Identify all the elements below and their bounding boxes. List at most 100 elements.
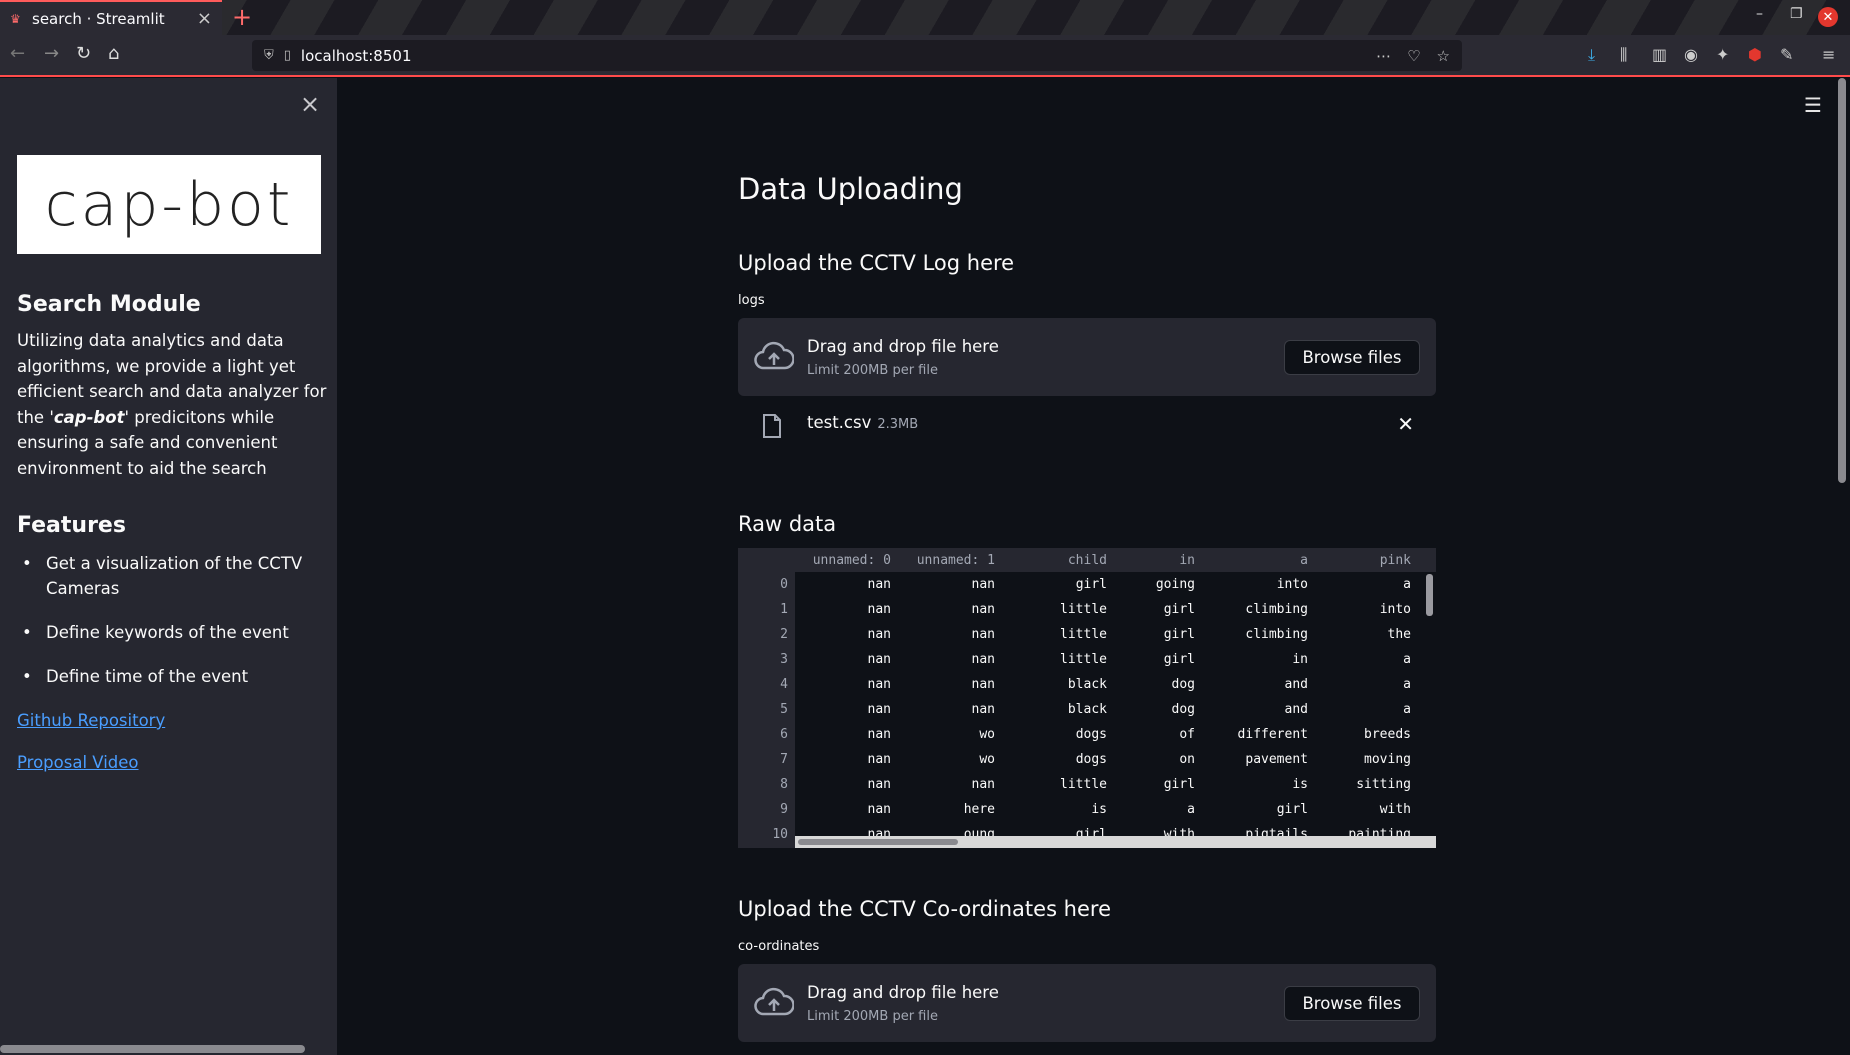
table-cell[interactable]: a (1403, 702, 1411, 717)
extension-icon[interactable]: ✦ (1716, 45, 1729, 64)
downloads-icon[interactable]: ⤓ (1588, 45, 1595, 65)
column-header[interactable]: unnamed: 1 (917, 553, 995, 568)
table-cell[interactable]: little (1060, 652, 1107, 667)
sidebar-close-icon[interactable]: × (300, 90, 320, 118)
table-cell[interactable]: nan (868, 602, 891, 617)
table-cell[interactable]: girl (1164, 627, 1195, 642)
table-cell[interactable]: girl (1277, 802, 1308, 817)
account-icon[interactable]: ◉ (1684, 45, 1698, 64)
table-cell[interactable]: dogs (1076, 752, 1107, 767)
table-cell[interactable]: breeds (1364, 727, 1411, 742)
proposal-video-link[interactable]: Proposal Video (17, 753, 139, 772)
address-bar[interactable]: ⛨ ▯ localhost:8501 ⋯ ♡ ☆ (252, 40, 1462, 71)
pocket-icon[interactable]: ♡ (1407, 47, 1420, 65)
sidebar-horizontal-scrollbar[interactable] (0, 1045, 305, 1053)
table-cell[interactable]: a (1403, 652, 1411, 667)
table-cell[interactable]: wo (979, 727, 995, 742)
table-cell[interactable]: a (1187, 802, 1195, 817)
table-horizontal-scrollbar[interactable] (795, 836, 1436, 848)
table-cell[interactable]: nan (868, 777, 891, 792)
back-icon[interactable]: ← (10, 43, 25, 64)
ublock-icon[interactable]: ⬢ (1748, 45, 1762, 64)
forward-icon[interactable]: → (44, 43, 59, 64)
table-cell[interactable]: black (1068, 702, 1107, 717)
table-cell[interactable]: nan (868, 577, 891, 592)
shield-icon[interactable]: ⛨ (264, 48, 274, 63)
minimize-icon[interactable]: – (1756, 6, 1763, 22)
column-header[interactable]: in (1179, 553, 1195, 568)
home-icon[interactable]: ⌂ (108, 43, 119, 64)
table-cell[interactable]: dogs (1076, 727, 1107, 742)
window-close-icon[interactable]: ✕ (1818, 7, 1838, 27)
table-cell[interactable]: nan (972, 602, 995, 617)
table-cell[interactable]: a (1403, 577, 1411, 592)
table-cell[interactable]: of (1179, 727, 1195, 742)
table-cell[interactable]: nan (868, 802, 891, 817)
tab-close-icon[interactable]: × (197, 8, 212, 29)
github-repository-link[interactable]: Github Repository (17, 711, 165, 730)
table-cell[interactable]: into (1277, 577, 1308, 592)
table-cell[interactable]: moving (1364, 752, 1411, 767)
table-cell[interactable]: little (1060, 627, 1107, 642)
table-cell[interactable]: wo (979, 752, 995, 767)
table-cell[interactable]: nan (972, 627, 995, 642)
table-cell[interactable]: girl (1164, 602, 1195, 617)
coordinates-dropzone[interactable]: Drag and drop file here Limit 200MB per … (738, 964, 1436, 1042)
hamburger-menu-icon[interactable]: ☰ (1804, 93, 1822, 117)
table-cell[interactable]: nan (868, 702, 891, 717)
logs-dropzone[interactable]: Drag and drop file here Limit 200MB per … (738, 318, 1436, 396)
table-cell[interactable]: girl (1076, 577, 1107, 592)
table-cell[interactable]: on (1179, 752, 1195, 767)
table-cell[interactable]: into (1380, 602, 1411, 617)
column-header[interactable]: pink (1380, 553, 1411, 568)
table-cell[interactable]: in (1292, 652, 1308, 667)
table-cell[interactable]: nan (972, 677, 995, 692)
new-tab-icon[interactable]: + (232, 3, 252, 31)
bookmark-star-icon[interactable]: ☆ (1437, 47, 1450, 65)
app-menu-icon[interactable]: ≡ (1822, 45, 1835, 64)
table-cell[interactable]: different (1238, 727, 1308, 742)
table-cell[interactable]: here (964, 802, 995, 817)
table-cell[interactable]: girl (1164, 777, 1195, 792)
remove-file-icon[interactable]: ✕ (1397, 412, 1414, 436)
reload-icon[interactable]: ↻ (76, 43, 91, 64)
table-cell[interactable]: dog (1172, 677, 1195, 692)
column-header[interactable]: a (1300, 553, 1308, 568)
table-cell[interactable]: nan (972, 652, 995, 667)
table-cell[interactable]: climbing (1245, 602, 1308, 617)
table-cell[interactable]: climbing (1245, 627, 1308, 642)
sidebar-toggle-icon[interactable]: ▥ (1652, 45, 1667, 64)
browser-tab[interactable]: ♛ search · Streamlit × (0, 0, 222, 35)
browse-files-button[interactable]: Browse files (1284, 340, 1420, 375)
table-cell[interactable]: pavement (1245, 752, 1308, 767)
table-vertical-scrollbar[interactable] (1426, 574, 1433, 616)
colorpicker-icon[interactable]: ✎ (1780, 45, 1793, 64)
library-icon[interactable]: ⫼ (1620, 45, 1627, 65)
table-cell[interactable]: black (1068, 677, 1107, 692)
table-cell[interactable]: with (1380, 802, 1411, 817)
table-cell[interactable]: nan (972, 702, 995, 717)
table-cell[interactable]: sitting (1356, 777, 1411, 792)
browse-files-button[interactable]: Browse files (1284, 986, 1420, 1021)
table-cell[interactable]: nan (868, 652, 891, 667)
table-cell[interactable]: nan (972, 777, 995, 792)
table-cell[interactable]: nan (868, 677, 891, 692)
column-header[interactable]: unnamed: 0 (813, 553, 891, 568)
table-cell[interactable]: and (1285, 702, 1308, 717)
table-cell[interactable]: dog (1172, 702, 1195, 717)
table-cell[interactable]: going (1156, 577, 1195, 592)
raw-data-table[interactable]: unnamed: 0 unnamed: 1 child in a pink 0 nan nan g… (738, 548, 1436, 848)
table-cell[interactable]: nan (868, 627, 891, 642)
table-cell[interactable]: a (1403, 677, 1411, 692)
main-vertical-scrollbar[interactable] (1838, 78, 1846, 483)
table-cell[interactable]: nan (868, 752, 891, 767)
restore-icon[interactable]: ❐ (1790, 6, 1803, 22)
table-cell[interactable]: is (1091, 802, 1107, 817)
table-cell[interactable]: and (1285, 677, 1308, 692)
page-info-icon[interactable]: ▯ (284, 48, 291, 63)
table-cell[interactable]: the (1388, 627, 1411, 642)
column-header[interactable]: child (1068, 553, 1107, 568)
table-horizontal-scroll-thumb[interactable] (798, 839, 958, 845)
more-actions-icon[interactable]: ⋯ (1376, 47, 1391, 65)
table-cell[interactable]: girl (1164, 652, 1195, 667)
